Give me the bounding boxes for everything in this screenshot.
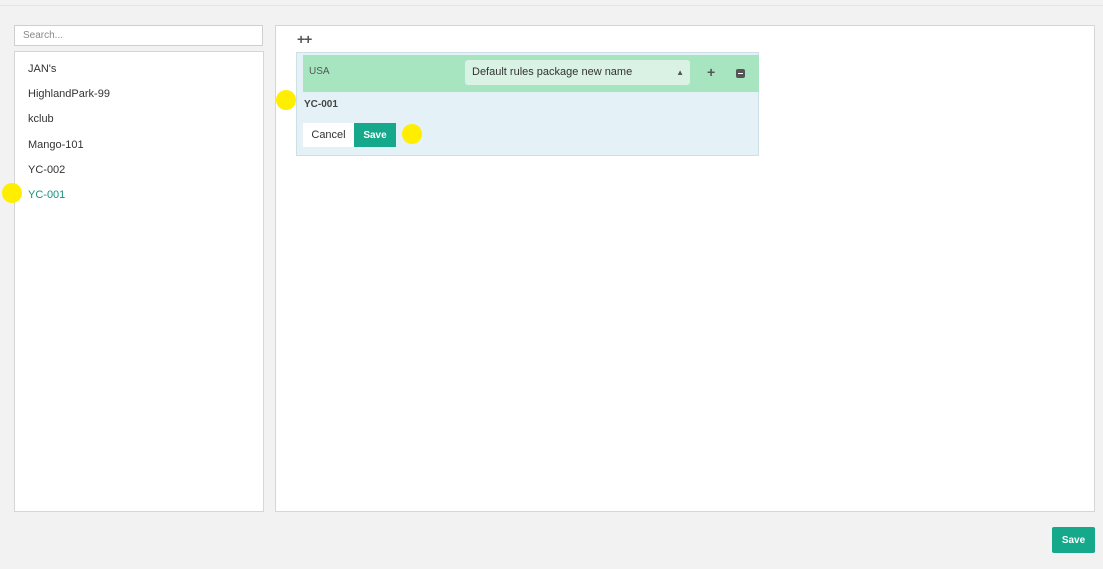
sidebar-item-yc-001[interactable]: YC-001 xyxy=(28,185,65,205)
top-divider xyxy=(0,5,1103,6)
rule-card: USA Default rules package new name ▲ + Y… xyxy=(296,52,759,156)
sidebar-item-mango-101[interactable]: Mango-101 xyxy=(28,135,84,155)
rules-package-value: Default rules package new name xyxy=(472,66,633,78)
card-save-button[interactable]: Save xyxy=(354,123,396,147)
double-plus-icon[interactable]: ++ xyxy=(297,31,312,47)
card-title: YC-001 xyxy=(304,99,338,110)
select-caret-icon: ▲ xyxy=(676,68,684,77)
card-header: USA Default rules package new name ▲ + xyxy=(303,55,759,92)
country-label: USA xyxy=(309,66,330,77)
sidebar-item-kclub[interactable]: kclub xyxy=(28,109,54,129)
footer-save-button[interactable]: Save xyxy=(1052,527,1095,553)
highlight-marker xyxy=(402,124,422,144)
cancel-button[interactable]: Cancel xyxy=(303,123,354,147)
search-input[interactable] xyxy=(14,25,263,46)
highlight-marker xyxy=(2,183,22,203)
main-panel: ++ USA Default rules package new name ▲ … xyxy=(275,25,1095,512)
sidebar-list: JAN's HighlandPark-99 kclub Mango-101 YC… xyxy=(14,51,264,512)
minus-square-icon[interactable] xyxy=(736,69,745,78)
rules-package-select[interactable]: Default rules package new name ▲ xyxy=(465,60,690,85)
sidebar-item-highlandpark-99[interactable]: HighlandPark-99 xyxy=(28,84,110,104)
sidebar-item-jans[interactable]: JAN's xyxy=(28,59,56,79)
sidebar-item-yc-002[interactable]: YC-002 xyxy=(28,160,65,180)
plus-icon[interactable]: + xyxy=(707,64,715,80)
highlight-marker xyxy=(276,90,296,110)
